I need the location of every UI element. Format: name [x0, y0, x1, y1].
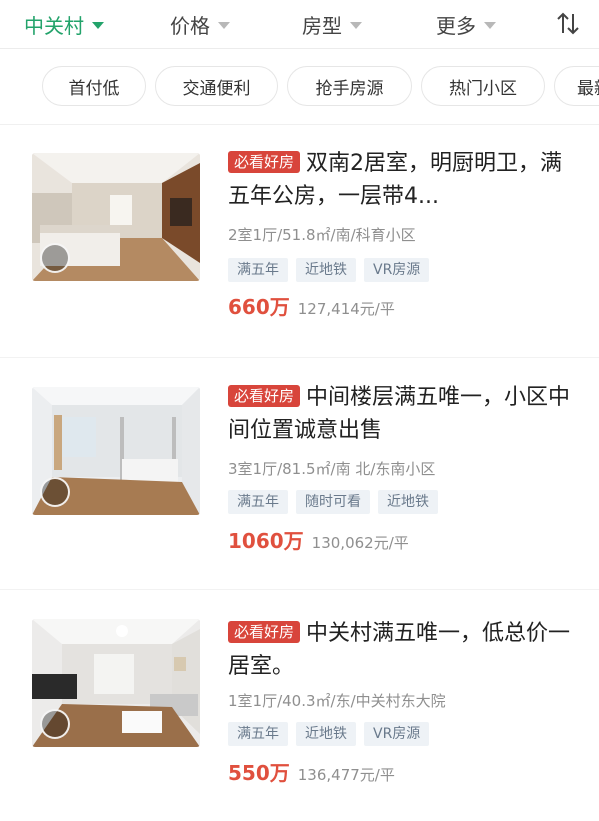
chevron-down-icon [218, 21, 230, 29]
quick-filter-chips: 首付低 交通便利 抢手房源 热门小区 最新 [0, 48, 599, 125]
listing-photo[interactable] [32, 387, 200, 515]
sort-arrows-icon [557, 12, 579, 35]
listing-meta: 3室1厅/81.5㎡/南 北/东南小区 [228, 460, 436, 478]
total-price: 550万 [228, 761, 290, 785]
unit-price: 127,414元/平 [297, 300, 395, 318]
listing-title: 必看好房 中关村满五唯一，低总价一居室。 [228, 617, 578, 683]
feature-tag: 满五年 [228, 490, 288, 514]
unit-price: 136,477元/平 [297, 766, 395, 784]
vr-icon [40, 477, 70, 507]
listing-photo[interactable] [32, 153, 200, 281]
chip-hot-listing[interactable]: 抢手房源 [287, 66, 412, 106]
filter-more[interactable]: 更多 [436, 10, 496, 38]
listing-title: 必看好房 中间楼层满五唯一，小区中间位置诚意出售 [228, 381, 578, 447]
feature-tag: 近地铁 [296, 258, 356, 282]
must-see-badge: 必看好房 [228, 621, 301, 643]
feature-tag: 随时可看 [296, 490, 370, 514]
price-line: 1060万 130,062元/平 [228, 525, 409, 554]
feature-tag: 满五年 [228, 722, 288, 746]
must-see-badge: 必看好房 [228, 151, 301, 173]
chip-low-downpayment[interactable]: 首付低 [42, 66, 146, 106]
total-price: 1060万 [228, 529, 304, 553]
chip-transport[interactable]: 交通便利 [155, 66, 278, 106]
listing-tags: 满五年 近地铁 VR房源 [228, 258, 430, 282]
feature-tag: 近地铁 [296, 722, 356, 746]
feature-tag: 近地铁 [378, 490, 438, 514]
chevron-down-icon [92, 21, 104, 29]
filter-more-label: 更多 [436, 13, 476, 38]
listing-tags: 满五年 近地铁 VR房源 [228, 722, 430, 746]
price-line: 550万 136,477元/平 [228, 757, 395, 786]
filter-bar: 中关村 价格 房型 更多 [0, 0, 599, 49]
total-price: 660万 [228, 295, 290, 319]
listing-meta: 1室1厅/40.3㎡/东/中关村东大院 [228, 692, 446, 710]
chip-popular-community[interactable]: 热门小区 [421, 66, 545, 106]
listing-title: 必看好房 双南2居室，明厨明卫，满五年公房，一层带4... [228, 147, 578, 213]
chevron-down-icon [350, 21, 362, 29]
must-see-badge: 必看好房 [228, 385, 301, 407]
filter-area-label: 中关村 [24, 13, 84, 38]
vr-icon [40, 709, 70, 739]
sort-button[interactable] [553, 11, 583, 37]
listing-meta: 2室1厅/51.8㎡/南/科育小区 [228, 226, 416, 244]
listing-item[interactable]: 必看好房 双南2居室，明厨明卫，满五年公房，一层带4... 2室1厅/51.8㎡/… [0, 125, 599, 358]
filter-layout-label: 房型 [302, 13, 342, 38]
filter-layout[interactable]: 房型 [302, 10, 362, 38]
listing-item[interactable]: 必看好房 中间楼层满五唯一，小区中间位置诚意出售 3室1厅/81.5㎡/南 北/东… [0, 357, 599, 590]
filter-price[interactable]: 价格 [170, 10, 230, 38]
filter-area[interactable]: 中关村 [24, 10, 104, 38]
filter-price-label: 价格 [170, 13, 210, 38]
chip-newest[interactable]: 最新 [554, 66, 599, 106]
listing-tags: 满五年 随时可看 近地铁 [228, 490, 438, 514]
chevron-down-icon [484, 21, 496, 29]
feature-tag: VR房源 [364, 258, 430, 282]
listing-photo[interactable] [32, 619, 200, 747]
feature-tag: VR房源 [364, 722, 430, 746]
vr-icon [40, 243, 70, 273]
unit-price: 130,062元/平 [311, 534, 409, 552]
price-line: 660万 127,414元/平 [228, 291, 395, 320]
feature-tag: 满五年 [228, 258, 288, 282]
listing-item[interactable]: 必看好房 中关村满五唯一，低总价一居室。 1室1厅/40.3㎡/东/中关村东大院 … [0, 589, 599, 821]
